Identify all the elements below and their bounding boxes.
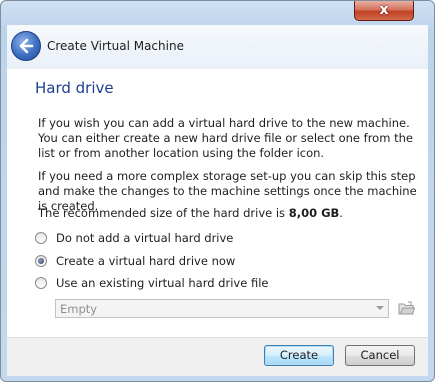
description-paragraph: If you wish you can add a virtual hard d… bbox=[38, 116, 413, 160]
back-button[interactable] bbox=[11, 31, 41, 61]
page-title: Hard drive bbox=[35, 79, 114, 97]
dialog-header: Create Virtual Machine bbox=[7, 25, 428, 70]
choose-disk-button[interactable] bbox=[398, 300, 416, 316]
cancel-button[interactable]: Cancel bbox=[345, 345, 415, 366]
close-icon: x bbox=[379, 2, 389, 18]
option-label: Create a virtual hard drive now bbox=[56, 254, 236, 268]
create-button[interactable]: Create bbox=[264, 345, 334, 366]
folder-icon bbox=[398, 301, 416, 315]
radio-button[interactable] bbox=[35, 232, 47, 244]
option-create-hard-drive[interactable]: Create a virtual hard drive now bbox=[35, 253, 235, 269]
recommended-size-value: 8,00 GB bbox=[288, 206, 340, 220]
page-content: Hard drive If you wish you can add a vir… bbox=[7, 69, 428, 337]
existing-disk-value: Empty bbox=[60, 302, 98, 316]
close-button[interactable]: x bbox=[354, 1, 414, 21]
dialog-title: Create Virtual Machine bbox=[47, 39, 184, 53]
recommended-suffix: . bbox=[339, 206, 343, 220]
recommended-size-text: The recommended size of the hard drive i… bbox=[38, 206, 343, 220]
option-label: Use an existing virtual hard drive file bbox=[56, 276, 269, 290]
arrow-left-icon bbox=[19, 38, 34, 54]
chevron-down-icon bbox=[376, 306, 384, 310]
radio-button-selected[interactable] bbox=[35, 255, 47, 267]
existing-disk-select[interactable]: Empty bbox=[55, 299, 389, 318]
option-existing-hard-drive[interactable]: Use an existing virtual hard drive file bbox=[35, 275, 268, 291]
option-no-hard-drive[interactable]: Do not add a virtual hard drive bbox=[35, 230, 233, 246]
radio-button[interactable] bbox=[35, 277, 47, 289]
option-label: Do not add a virtual hard drive bbox=[56, 231, 234, 245]
recommended-prefix: The recommended size of the hard drive i… bbox=[38, 206, 289, 220]
dialog-window: x Create Virtual Machine Hard drive If y… bbox=[0, 0, 435, 382]
dialog-footer: Create Cancel bbox=[7, 337, 428, 376]
